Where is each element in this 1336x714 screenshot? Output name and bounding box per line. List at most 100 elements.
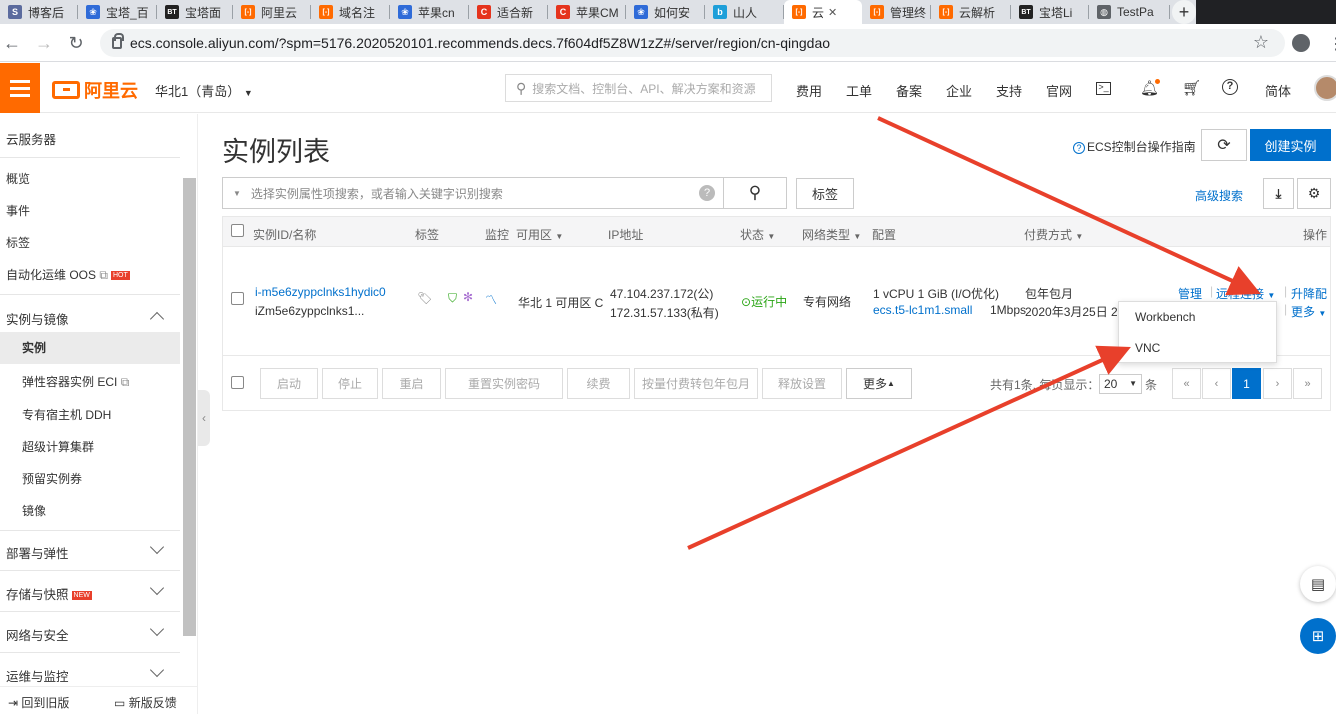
browser-tab[interactable]: ❀ 如何安 — [626, 0, 705, 24]
sidebar-item-images[interactable]: 镜像 — [22, 502, 46, 519]
sidebar-item-events[interactable]: 事件 — [6, 202, 30, 219]
page-size-select[interactable]: 20 ▼ — [1099, 374, 1142, 394]
first-page-button[interactable]: « — [1172, 368, 1201, 399]
sidebar-item-eci[interactable]: 弹性容器实例 ECI ⧉ — [22, 373, 129, 390]
select-all-checkbox[interactable] — [231, 224, 244, 237]
tag-icon[interactable]: 🏷︎ — [417, 291, 432, 305]
nav-support[interactable]: 支持 — [996, 81, 1022, 100]
upgrade-link[interactable]: 升降配 — [1291, 285, 1327, 302]
browser-tab[interactable]: ❀ 宝塔_百 — [78, 0, 157, 24]
sidebar-scrollbar[interactable] — [183, 178, 196, 636]
back-icon[interactable]: ← — [2, 33, 22, 53]
browser-tab[interactable]: C 苹果CM — [548, 0, 626, 24]
browser-tab[interactable]: BT 宝塔面 — [157, 0, 233, 24]
feedback-link[interactable]: ▭ 新版反馈 — [114, 694, 177, 711]
nav-icp[interactable]: 备案 — [896, 81, 922, 100]
col-status[interactable]: 状态 ▼ — [740, 226, 775, 243]
help-circle-icon[interactable]: ? — [699, 185, 715, 201]
back-to-old-version[interactable]: ⇥ 回到旧版 — [8, 694, 69, 711]
reload-icon[interactable]: ↻ — [66, 33, 86, 53]
avatar[interactable] — [1314, 75, 1336, 101]
close-tab-icon[interactable]: ✕ — [828, 6, 837, 19]
col-zone[interactable]: 可用区 ▼ — [516, 226, 563, 243]
chevron-down-icon[interactable] — [149, 621, 165, 637]
advanced-search-link[interactable]: 高级搜索 — [1195, 187, 1243, 204]
nav-ticket[interactable]: 工单 — [846, 81, 872, 100]
cart-icon[interactable]: 🛒︎ — [1182, 79, 1201, 97]
chevron-down-icon[interactable] — [149, 539, 165, 555]
language-switch[interactable]: 简体 — [1265, 81, 1291, 100]
footer-more-button[interactable]: 更多 ▲ — [846, 368, 912, 399]
sidebar-group-storage[interactable]: 存储与快照 NEW — [6, 584, 92, 603]
sidebar-item-oos[interactable]: 自动化运维 OOS ⧉ HOT — [6, 266, 130, 283]
refresh-button[interactable]: ⟳ — [1201, 129, 1247, 161]
instance-type-link[interactable]: ecs.t5-lc1m1.small — [873, 303, 972, 317]
manage-link[interactable]: 管理 — [1178, 285, 1202, 302]
stop-button[interactable]: 停止 — [322, 368, 378, 399]
sidebar-item-instances[interactable]: 实例 — [0, 332, 180, 364]
row-checkbox[interactable] — [231, 292, 244, 305]
security-plugin-icon[interactable]: ✻ — [463, 290, 473, 304]
more-link[interactable]: 更多 ▼ — [1291, 303, 1326, 320]
page-1-button[interactable]: 1 — [1232, 368, 1261, 399]
star-icon[interactable]: ☆ — [1253, 32, 1269, 53]
renew-button[interactable]: 续费 — [567, 368, 630, 399]
instance-filter-input[interactable]: ▼ 选择实例属性项搜索，或者输入关键字识别搜索? — [222, 177, 724, 209]
browser-menu-icon[interactable]: ⋮ — [1328, 34, 1336, 54]
browser-tab[interactable]: [-] 云解析 — [931, 0, 1011, 24]
chevron-down-icon[interactable] — [149, 662, 165, 678]
forward-icon[interactable]: → — [34, 33, 54, 53]
apps-grid-icon[interactable]: ⊞ — [1300, 618, 1336, 654]
aliyun-logo[interactable]: 阿里云 — [52, 77, 138, 103]
sidebar-item-ddh[interactable]: 专有宿主机 DDH — [22, 406, 111, 423]
profile-icon[interactable] — [1292, 34, 1310, 52]
console-guide-link[interactable]: ? ECS控制台操作指南 — [1073, 138, 1196, 155]
region-selector[interactable]: 华北1（青岛） ▼ — [155, 81, 253, 100]
browser-tab[interactable]: [-] 云 ✕ — [784, 0, 862, 24]
create-instance-button[interactable]: 创建实例 — [1250, 129, 1331, 161]
sidebar-collapse-handle[interactable]: ‹ — [198, 390, 210, 446]
monitor-chart-icon[interactable]: 〽 — [485, 291, 497, 308]
nav-enterprise[interactable]: 企业 — [946, 81, 972, 100]
export-icon[interactable]: ⤓ — [1263, 178, 1294, 209]
sidebar-item-scc[interactable]: 超级计算集群 — [22, 438, 94, 455]
terminal-icon[interactable]: >_ — [1096, 82, 1111, 95]
global-search-input[interactable]: ⚲ 搜索文档、控制台、API、解决方案和资源 — [505, 74, 772, 102]
shield-icon[interactable]: ⛉ — [448, 291, 457, 306]
browser-tab[interactable]: [-] 管理终 — [862, 0, 931, 24]
chat-icon[interactable]: ▤ — [1300, 566, 1336, 602]
browser-tab[interactable]: b 山人 — [705, 0, 784, 24]
reset-password-button[interactable]: 重置实例密码 — [445, 368, 563, 399]
browser-tab[interactable]: ❀ 苹果cn — [390, 0, 469, 24]
restart-button[interactable]: 重启 — [382, 368, 441, 399]
nav-official-site[interactable]: 官网 — [1046, 81, 1072, 100]
new-tab-button[interactable]: + — [1172, 0, 1196, 24]
chevron-up-icon[interactable] — [149, 311, 165, 327]
browser-tab[interactable]: [-] 阿里云 — [233, 0, 311, 24]
sidebar-item-reserved[interactable]: 预留实例券 — [22, 470, 82, 487]
footer-select-all-checkbox[interactable] — [231, 376, 244, 389]
sidebar-item-overview[interactable]: 概览 — [6, 170, 30, 187]
url-bar[interactable]: ecs.console.aliyun.com/?spm=5176.2020520… — [100, 29, 1285, 57]
gear-icon[interactable]: ⚙ — [1297, 178, 1331, 209]
nav-billing[interactable]: 费用 — [796, 81, 822, 100]
prev-page-button[interactable]: ‹ — [1202, 368, 1231, 399]
search-button[interactable]: ⚲ — [723, 177, 787, 209]
sidebar-group-network[interactable]: 网络与安全 — [6, 625, 69, 644]
sidebar-item-tags[interactable]: 标签 — [6, 234, 30, 251]
instance-id-link[interactable]: i-m5e6zyppclnks1hydic0 — [255, 285, 386, 299]
last-page-button[interactable]: » — [1293, 368, 1322, 399]
browser-tab[interactable]: [-] 域名注 — [311, 0, 390, 24]
dropdown-item-workbench[interactable]: Workbench — [1119, 302, 1276, 333]
col-billing[interactable]: 付费方式 ▼ — [1024, 226, 1083, 243]
browser-tab[interactable]: S 博客后 — [0, 0, 78, 24]
sidebar-group-deploy[interactable]: 部署与弹性 — [6, 543, 69, 562]
next-page-button[interactable]: › — [1263, 368, 1292, 399]
tag-filter-button[interactable]: 标签 — [796, 178, 854, 209]
col-network[interactable]: 网络类型 ▼ — [802, 226, 861, 243]
sidebar-group-ops[interactable]: 运维与监控 — [6, 666, 69, 685]
remote-connect-link[interactable]: 远程连接 ▼ — [1216, 285, 1275, 302]
convert-billing-button[interactable]: 按量付费转包年包月 — [634, 368, 758, 399]
dropdown-item-vnc[interactable]: VNC — [1119, 333, 1276, 364]
chevron-down-icon[interactable] — [149, 580, 165, 596]
